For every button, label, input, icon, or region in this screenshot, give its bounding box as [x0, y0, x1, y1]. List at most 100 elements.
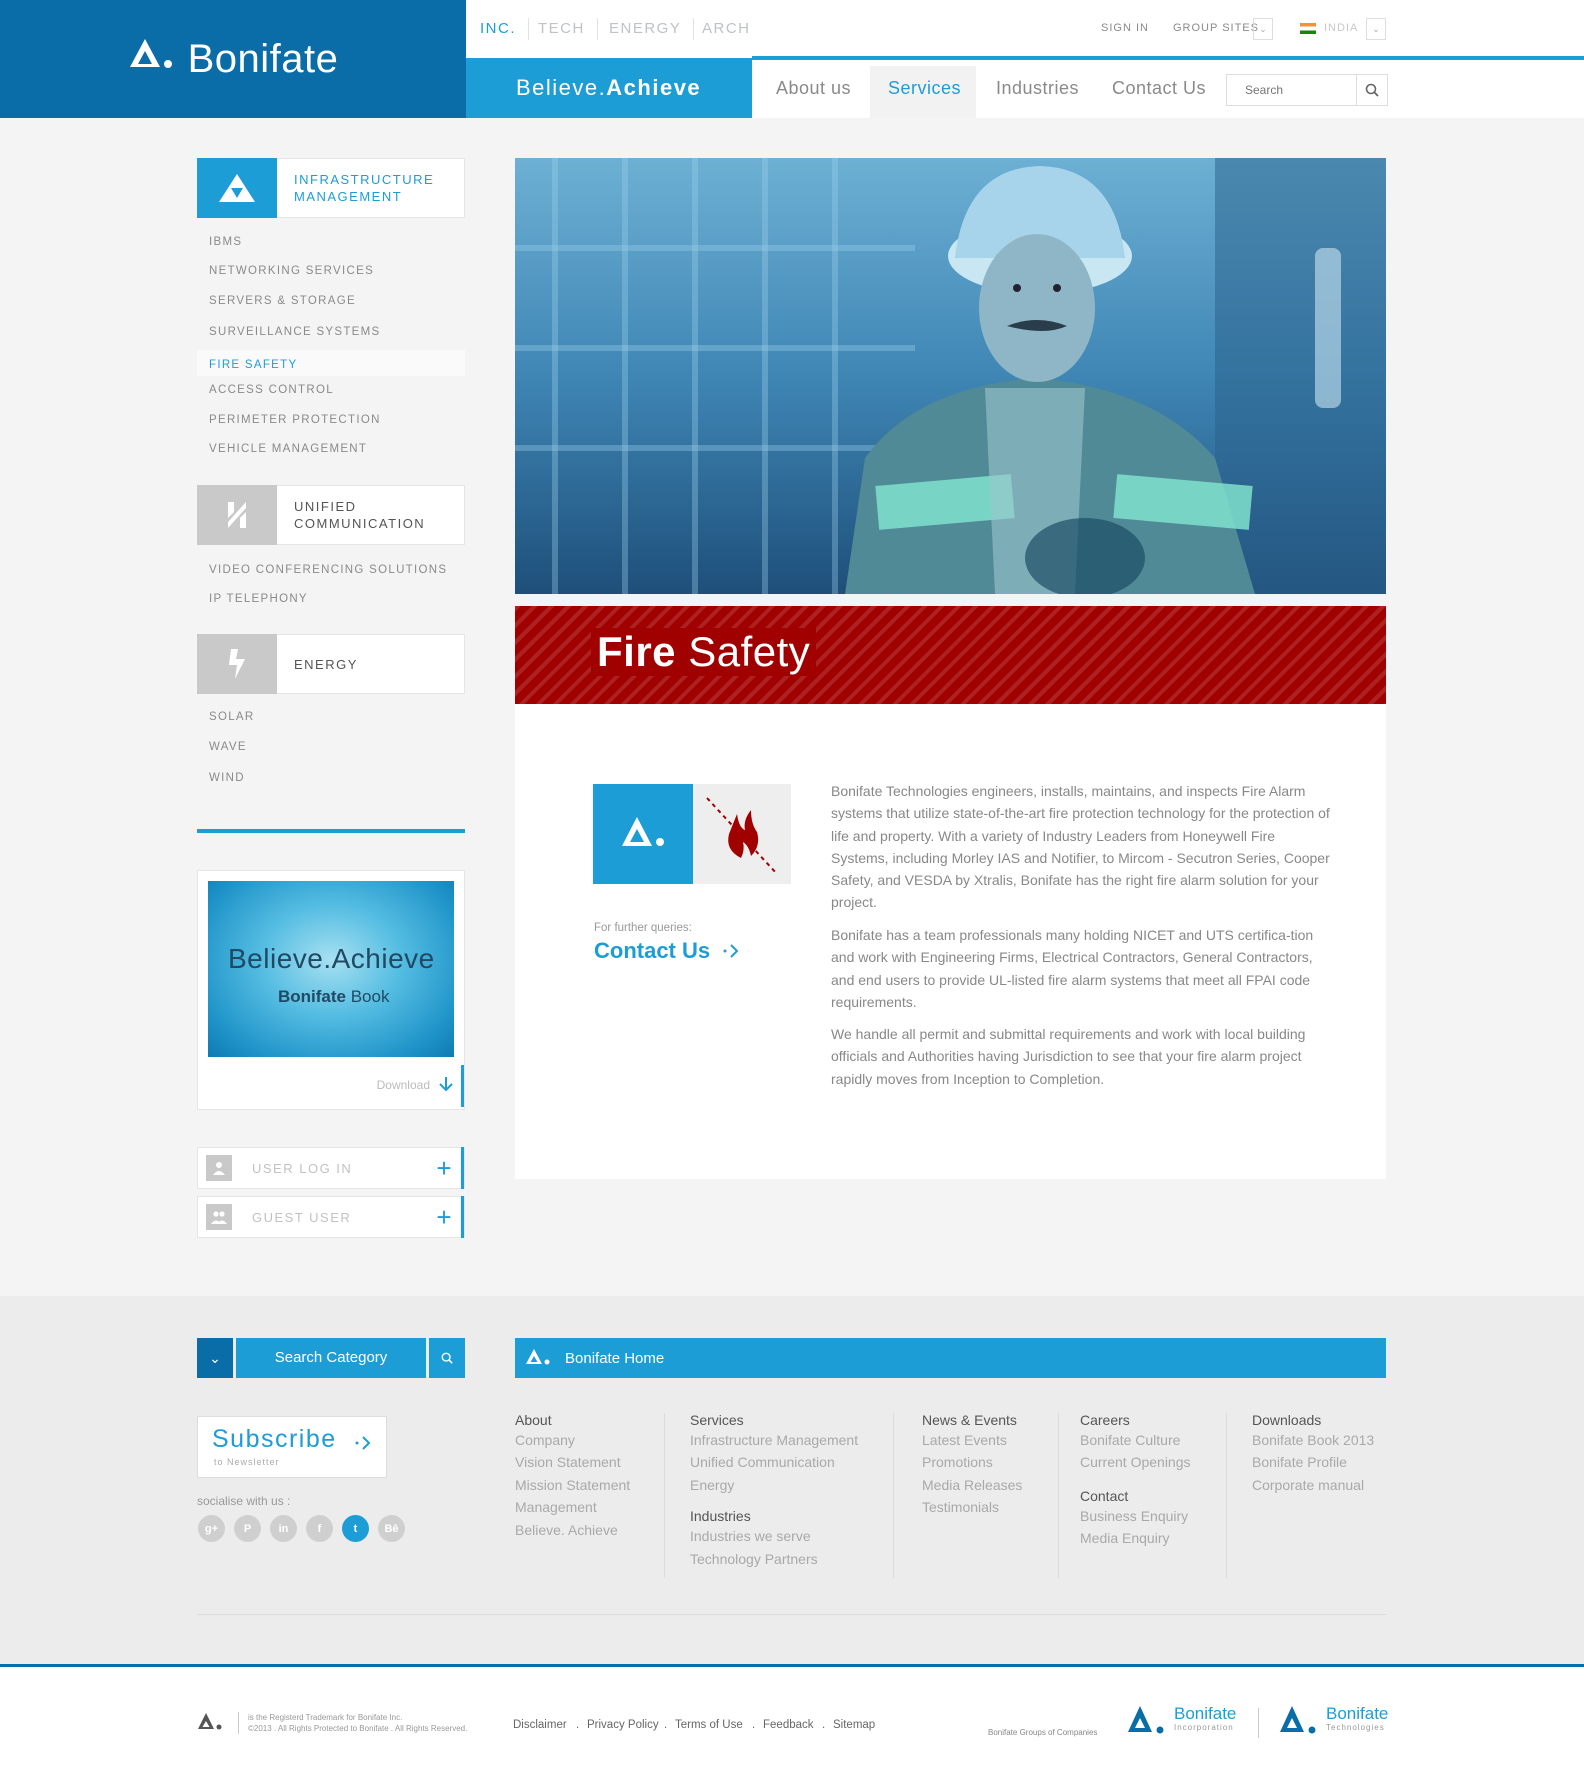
footer-link[interactable]: Management: [515, 1496, 630, 1518]
search-button[interactable]: [1356, 74, 1388, 106]
sidebar-item-servers[interactable]: SERVERS & STORAGE: [209, 295, 356, 307]
sidebar-item-perimeter[interactable]: PERIMETER PROTECTION: [209, 414, 381, 426]
plus-icon[interactable]: +: [427, 1155, 461, 1181]
behance-icon[interactable]: Bē: [378, 1515, 405, 1542]
book-cover-image[interactable]: Believe.Achieve Bonifate Book: [208, 881, 454, 1057]
group-logo-incorporation[interactable]: Bonifate Incorporation: [1126, 1704, 1236, 1738]
footer-link[interactable]: Bonifate Book 2013: [1252, 1429, 1374, 1451]
footer-link[interactable]: Corporate manual: [1252, 1474, 1374, 1496]
hero-image: [515, 158, 1386, 594]
group-label: Bonifate Groups of Companies: [988, 1728, 1098, 1737]
download-button[interactable]: Download: [377, 1076, 454, 1094]
nav-about-us[interactable]: About us: [758, 66, 869, 118]
nav-contact-us[interactable]: Contact Us: [1094, 66, 1224, 118]
sidebar-item-wind[interactable]: WIND: [209, 772, 245, 784]
footer-link[interactable]: Energy: [690, 1474, 858, 1496]
category-label-line1: ENERGY: [294, 656, 358, 672]
group-logo-technologies[interactable]: Bonifate Technologies: [1278, 1704, 1388, 1738]
sidebar-item-surveillance[interactable]: SURVEILLANCE SYSTEMS: [209, 326, 381, 338]
sidebar-item-fire-safety[interactable]: FIRE SAFETY: [197, 350, 465, 376]
chevron-down-icon: ⌄: [209, 1349, 221, 1366]
search-input[interactable]: [1226, 74, 1356, 106]
footer-link[interactable]: Believe. Achieve: [515, 1519, 630, 1541]
top-tab-arch[interactable]: ARCH: [690, 18, 763, 40]
top-tab-energy[interactable]: ENERGY: [597, 18, 695, 40]
google-plus-icon[interactable]: g+: [198, 1515, 225, 1542]
contact-us-link[interactable]: Contact Us: [594, 938, 740, 964]
top-tab-inc[interactable]: INC.: [468, 18, 529, 40]
footer-link[interactable]: Technology Partners: [690, 1548, 858, 1570]
footer-link[interactable]: Media Releases: [922, 1474, 1022, 1496]
subscribe-button[interactable]: Subscribe to Newsletter: [197, 1416, 387, 1478]
nav-services[interactable]: Services: [870, 66, 976, 118]
footer-column-news: News & Events Latest Events Promotions M…: [922, 1412, 1022, 1519]
terms-of-use-link[interactable]: Terms of Use: [675, 1719, 743, 1731]
footer-link[interactable]: Current Openings: [1080, 1451, 1191, 1473]
top-tab-tech[interactable]: TECH: [526, 18, 598, 40]
footer-link[interactable]: Vision Statement: [515, 1451, 630, 1473]
footer-link[interactable]: Bonifate Culture: [1080, 1429, 1191, 1451]
legal-text: is the Registerd Trademark for Bonifate …: [248, 1713, 468, 1733]
disclaimer-link[interactable]: Disclaimer: [513, 1719, 567, 1731]
footer-link[interactable]: Unified Communication: [690, 1451, 858, 1473]
group-sites-dropdown[interactable]: ⌄: [1253, 18, 1273, 40]
pinterest-icon[interactable]: P: [234, 1515, 261, 1542]
guest-user-row[interactable]: GUEST USER +: [197, 1196, 465, 1238]
brand-logo[interactable]: Bonifate: [0, 0, 466, 118]
fire-tile: [693, 784, 791, 884]
linkedin-icon[interactable]: in: [270, 1515, 297, 1542]
footer-link[interactable]: Company: [515, 1429, 630, 1451]
book-subtitle: Bonifate Book: [278, 987, 390, 1006]
page-title-banner: Fire Safety: [515, 606, 1386, 704]
category-energy[interactable]: ENERGY: [197, 634, 465, 694]
contact-us-label: Contact Us: [594, 938, 711, 963]
footer-link[interactable]: Business Enquiry: [1080, 1505, 1191, 1527]
nav-industries[interactable]: Industries: [978, 66, 1097, 118]
footer-link[interactable]: Mission Statement: [515, 1474, 630, 1496]
sitemap-link[interactable]: Sitemap: [833, 1719, 875, 1731]
footer-divider: [1226, 1413, 1227, 1578]
sidebar-item-solar[interactable]: SOLAR: [209, 711, 255, 723]
sidebar-item-wave[interactable]: WAVE: [209, 741, 247, 753]
flame-icon: [706, 797, 778, 875]
country-dropdown[interactable]: ⌄: [1366, 18, 1386, 40]
sidebar-item-vehicle[interactable]: VEHICLE MANAGEMENT: [209, 443, 367, 455]
group-logo-sub: Technologies: [1326, 1723, 1385, 1732]
chevron-down-icon: ⌄: [1372, 24, 1380, 34]
category-unified-communication[interactable]: UNIFIED COMMUNICATION: [197, 485, 465, 545]
triangle-logo-icon: [526, 1349, 550, 1365]
footer-link[interactable]: Media Enquiry: [1080, 1527, 1191, 1549]
separator: .: [664, 1719, 668, 1731]
sidebar-item-video-conferencing[interactable]: VIDEO CONFERENCING SOLUTIONS: [209, 564, 447, 576]
firefighter-illustration: [515, 158, 1386, 594]
sidebar-item-access-control[interactable]: ACCESS CONTROL: [209, 384, 334, 396]
sign-in-link[interactable]: SIGN IN: [1101, 22, 1149, 34]
privacy-policy-link[interactable]: Privacy Policy: [587, 1719, 659, 1731]
twitter-icon[interactable]: t: [342, 1515, 369, 1542]
footer-link[interactable]: Testimonials: [922, 1496, 1022, 1518]
plus-icon[interactable]: +: [427, 1204, 461, 1230]
accent-edge: [461, 1065, 464, 1107]
group-sites-link[interactable]: GROUP SITES: [1173, 22, 1259, 34]
search-category-button[interactable]: [429, 1338, 465, 1378]
search-category-input[interactable]: Search Category: [236, 1338, 426, 1378]
sidebar-item-networking[interactable]: NETWORKING SERVICES: [209, 265, 374, 277]
triangle-logo-icon: [1280, 1706, 1316, 1734]
footer-link[interactable]: Infrastructure Management: [690, 1429, 858, 1451]
category-infrastructure[interactable]: INFRASTRUCTURE MANAGEMENT: [197, 158, 465, 218]
footer-heading: Industries: [690, 1508, 751, 1525]
feedback-link[interactable]: Feedback: [763, 1719, 814, 1731]
footer-link[interactable]: Latest Events: [922, 1429, 1022, 1451]
footer-heading: Services: [690, 1412, 744, 1428]
user-login-row[interactable]: USER LOG IN +: [197, 1147, 465, 1189]
sidebar-item-ip-telephony[interactable]: IP TELEPHONY: [209, 593, 308, 605]
category-dropdown-button[interactable]: ⌄: [197, 1338, 233, 1378]
footer-link[interactable]: Promotions: [922, 1451, 1022, 1473]
country-label[interactable]: INDIA: [1324, 22, 1358, 34]
footer-link[interactable]: Industries we serve: [690, 1525, 858, 1547]
bonifate-home-bar[interactable]: Bonifate Home: [515, 1338, 1386, 1378]
guest-user-label: GUEST USER: [252, 1209, 352, 1225]
footer-link[interactable]: Bonifate Profile: [1252, 1451, 1374, 1473]
facebook-icon[interactable]: f: [306, 1515, 333, 1542]
sidebar-item-ibms[interactable]: IBMS: [209, 236, 242, 248]
